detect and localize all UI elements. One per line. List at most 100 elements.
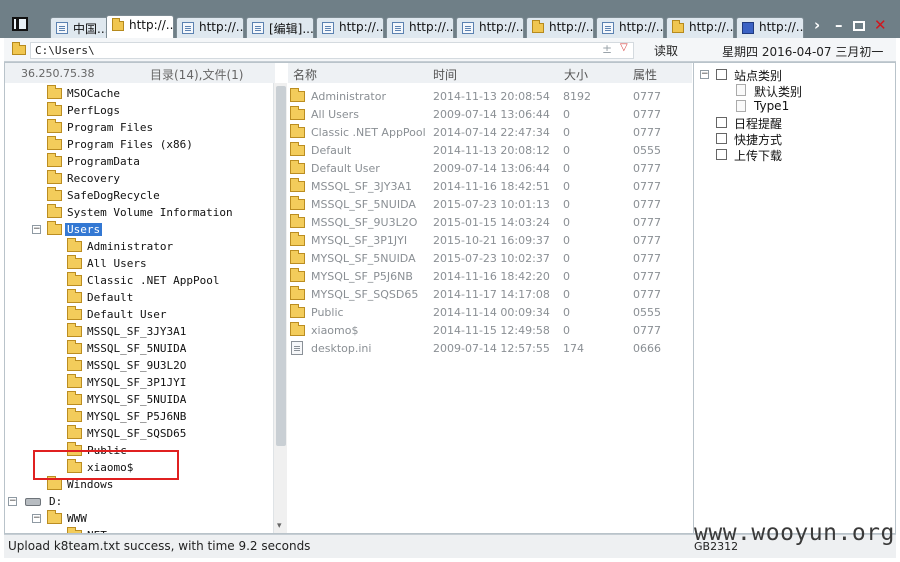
file-row[interactable]: MSSQL_SF_3JY3A1 2014-11-16 18:42:51 0 0777 — [288, 177, 692, 195]
window-icon[interactable] — [12, 17, 28, 31]
tree-item-label: Users — [65, 223, 103, 236]
tab-scroll-right-icon[interactable]: › — [814, 16, 820, 34]
tab-label: http://... — [199, 20, 244, 34]
tab-8[interactable]: http://... — [526, 17, 594, 38]
file-row[interactable]: All Users 2009-07-14 13:06:44 0 0777 — [288, 105, 692, 123]
tree-scrollbar-thumb[interactable] — [276, 86, 286, 446]
file-attr: 0777 — [633, 216, 661, 229]
folder-icon — [67, 323, 82, 337]
tab-9[interactable]: http://... — [596, 17, 664, 38]
tab-2[interactable]: http://... — [106, 15, 174, 38]
file-attr: 0777 — [633, 90, 661, 103]
column-attr[interactable]: 属性 — [633, 66, 657, 83]
folder-icon — [290, 124, 305, 138]
tree-item-label: Default User — [87, 308, 167, 321]
file-row[interactable]: Default 2014-11-13 20:08:12 0 0555 — [288, 141, 692, 159]
file-row[interactable]: Classic .NET AppPool 2014-07-14 22:47:34 0… — [288, 123, 692, 141]
media-icon — [742, 22, 754, 34]
file-row[interactable]: MYSQL_SF_3P1JYI 2015-10-21 16:09:37 0 0777 — [288, 231, 692, 249]
file-row[interactable]: MYSQL_SF_5NUIDA 2015-07-23 10:02:37 0 0777 — [288, 249, 692, 267]
tab-label: http://... — [689, 20, 734, 34]
file-row[interactable]: MSSQL_SF_9U3L2O 2015-01-15 14:03:24 0 0777 — [288, 213, 692, 231]
file-attr: 0555 — [633, 306, 661, 319]
tab-4[interactable]: [编辑]... — [246, 17, 314, 38]
tab-label: [编辑]... — [269, 22, 314, 36]
tab-7[interactable]: http://... — [456, 17, 524, 38]
page-icon — [736, 84, 746, 96]
file-row[interactable]: Default User 2009-07-14 13:06:44 0 0777 — [288, 159, 692, 177]
tab-label: http://... — [619, 20, 664, 34]
folder-icon — [47, 153, 62, 167]
file-name: MSSQL_SF_3JY3A1 — [311, 180, 413, 193]
close-icon[interactable]: ✕ — [874, 16, 887, 34]
tree-item-label: SafeDogRecycle — [67, 189, 160, 202]
read-button[interactable]: 读取 — [644, 41, 688, 59]
chevron-down-icon[interactable]: ▽ — [620, 42, 628, 53]
file-name: MYSQL_SF_5NUIDA — [311, 252, 416, 265]
tree-item-label: Default — [87, 291, 134, 304]
column-time[interactable]: 时间 — [433, 66, 457, 83]
checkbox-icon — [716, 117, 727, 128]
file-size: 0 — [563, 216, 570, 229]
file-row[interactable]: xiaomo$ 2014-11-15 12:49:58 0 0777 — [288, 321, 692, 339]
file-row[interactable]: desktop.ini 2009-07-14 12:57:55 174 0666 — [288, 339, 692, 357]
file-attr: 0777 — [633, 108, 661, 121]
folder-icon — [47, 119, 62, 133]
tree-item-label: MYSQL_SF_SQSD65 — [87, 427, 187, 440]
status-message: Upload k8team.txt success, with time 9.2… — [8, 539, 311, 553]
file-row[interactable]: Administrator 2014-11-13 20:08:54 8192 0777 — [288, 87, 692, 105]
file-attr: 0777 — [633, 198, 661, 211]
collapse-icon[interactable]: − — [8, 497, 17, 506]
maximize-icon[interactable] — [853, 17, 865, 35]
file-list[interactable]: Administrator 2014-11-13 20:08:54 8192 0777… — [288, 83, 692, 533]
tab-label: 中国... — [73, 22, 109, 36]
dir-file-count: 目录(14),文件(1) — [150, 68, 244, 82]
file-row[interactable]: MSSQL_SF_5NUIDA 2015-07-23 10:01:13 0 0777 — [288, 195, 692, 213]
file-name: desktop.ini — [311, 342, 372, 355]
file-name: All Users — [311, 108, 359, 121]
file-size: 0 — [563, 288, 570, 301]
tab-6[interactable]: http://... — [386, 17, 454, 38]
tree-header: 36.250.75.38 目录(14),文件(1) — [5, 63, 275, 83]
folder-icon — [532, 20, 544, 33]
checkbox-icon — [716, 149, 727, 160]
folder-icon — [290, 322, 305, 336]
tree-item-label: System Volume Information — [67, 206, 233, 219]
tab-10[interactable]: http://... — [666, 17, 734, 38]
collapse-icon[interactable]: − — [32, 225, 41, 234]
folder-icon — [67, 391, 82, 405]
minimize-icon[interactable]: – — [835, 16, 843, 34]
tab-3[interactable]: http://... — [176, 17, 244, 38]
file-row[interactable]: Public 2014-11-14 00:09:34 0 0555 — [288, 303, 692, 321]
tab-5[interactable]: http://... — [316, 17, 384, 38]
scroll-down-icon[interactable]: ▾ — [277, 521, 282, 531]
tab-11[interactable]: http://... — [736, 17, 804, 38]
folder-icon — [67, 238, 82, 252]
tree-item-label: MSSQL_SF_9U3L2O — [87, 359, 187, 372]
column-size[interactable]: 大小 — [564, 66, 588, 83]
file-row[interactable]: MYSQL_SF_SQSD65 2014-11-17 14:17:08 0 0777 — [288, 285, 692, 303]
panel-item-label: Type1 — [754, 99, 790, 113]
add-bookmark-icon[interactable]: ± — [602, 42, 612, 56]
folder-icon — [47, 204, 62, 218]
collapse-icon[interactable]: − — [700, 70, 709, 79]
folder-icon — [290, 160, 305, 174]
file-attr: 0777 — [633, 252, 661, 265]
folder-icon — [290, 88, 305, 102]
path-input[interactable]: C:\Users\ — [30, 42, 634, 59]
file-name: MSSQL_SF_9U3L2O — [311, 216, 418, 229]
file-size: 0 — [563, 198, 570, 211]
folder-icon — [67, 340, 82, 354]
drive-icon — [25, 498, 41, 506]
folder-icon — [67, 255, 82, 269]
folder-icon — [47, 510, 62, 524]
tab-label: http://... — [339, 20, 384, 34]
tab-bar: 中国... http://... http://... [编辑]... http://.… — [0, 0, 900, 38]
file-attr: 0666 — [633, 342, 661, 355]
collapse-icon[interactable]: − — [32, 514, 41, 523]
panel-item-label: 站点类别 — [734, 69, 783, 83]
tree-scrollbar[interactable]: ▾ — [273, 83, 287, 533]
file-name: Classic .NET AppPool — [311, 126, 426, 139]
file-row[interactable]: MYSQL_SF_P5J6NB 2014-11-16 18:42:20 0 0777 — [288, 267, 692, 285]
column-name[interactable]: 名称 — [293, 66, 317, 83]
